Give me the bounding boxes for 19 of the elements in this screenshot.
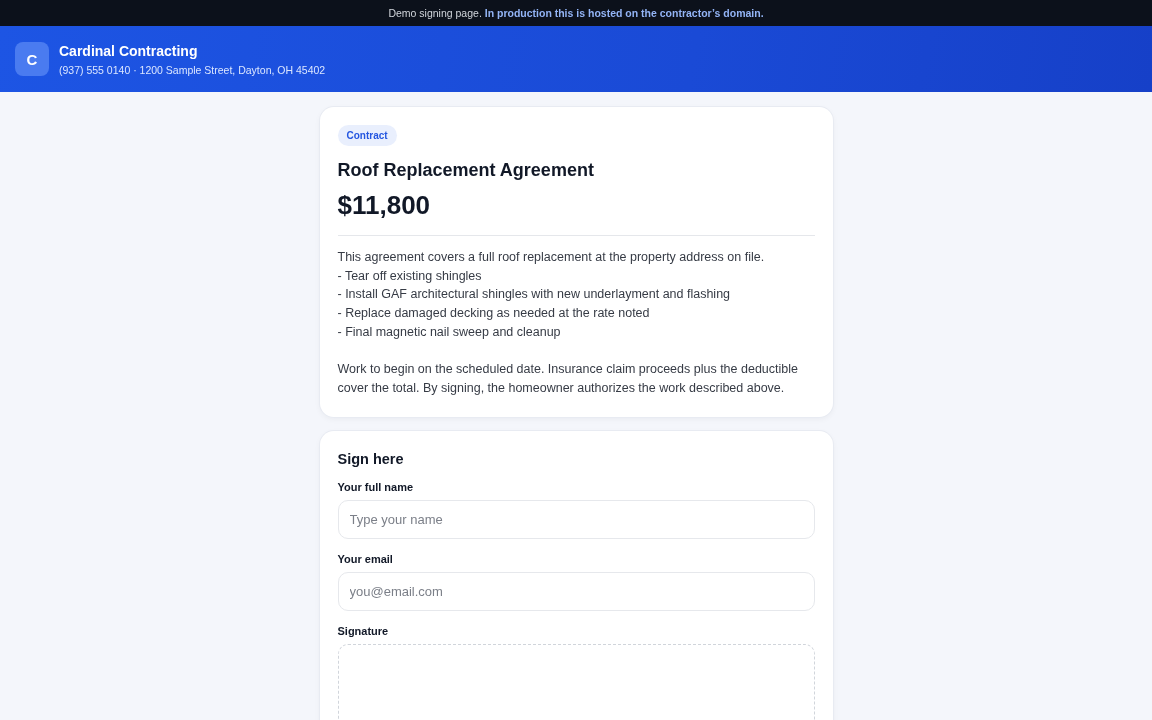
input-field[interactable]: you@email.com: [337, 571, 815, 611]
document-title: Roof Replacement Agreement: [337, 160, 595, 181]
company-logo: C: [15, 42, 49, 76]
scope-item: - Tear off existing shingles: [337, 267, 483, 285]
contract-price: $11,800: [337, 190, 432, 221]
company-contact: (937) 555 0140 · 1200 Sample Street, Dayton, OH 45402: [59, 63, 326, 76]
contract-intro: This agreement covers a full roof replacement at the property address on file.: [337, 249, 766, 266]
company-name: Cardinal Contracting: [59, 42, 199, 59]
field-label: Your email: [337, 552, 394, 565]
field-label: Signature: [337, 624, 390, 637]
scope-item: - Final magnetic nail sweep and cleanup: [337, 323, 562, 341]
document-type-badge: Contract: [337, 125, 397, 146]
scope-item: - Install GAF architectural shingles with new underlayment and flashing: [337, 286, 732, 304]
input-field[interactable]: Type your name: [337, 499, 815, 539]
scope-item: - Replace damaged decking as needed at the rate noted: [337, 305, 651, 323]
banner-text: Demo signing page. In production this is hosted on the contractor’s domain.: [388, 7, 764, 19]
field-label: Your full name: [337, 480, 415, 493]
contract-terms: Work to begin on the scheduled date. Insurance claim proceeds plus the deductible cover the total. By signing, the homeowner authorizes the work described above.: [337, 361, 799, 397]
form-title: Sign here: [337, 450, 405, 467]
